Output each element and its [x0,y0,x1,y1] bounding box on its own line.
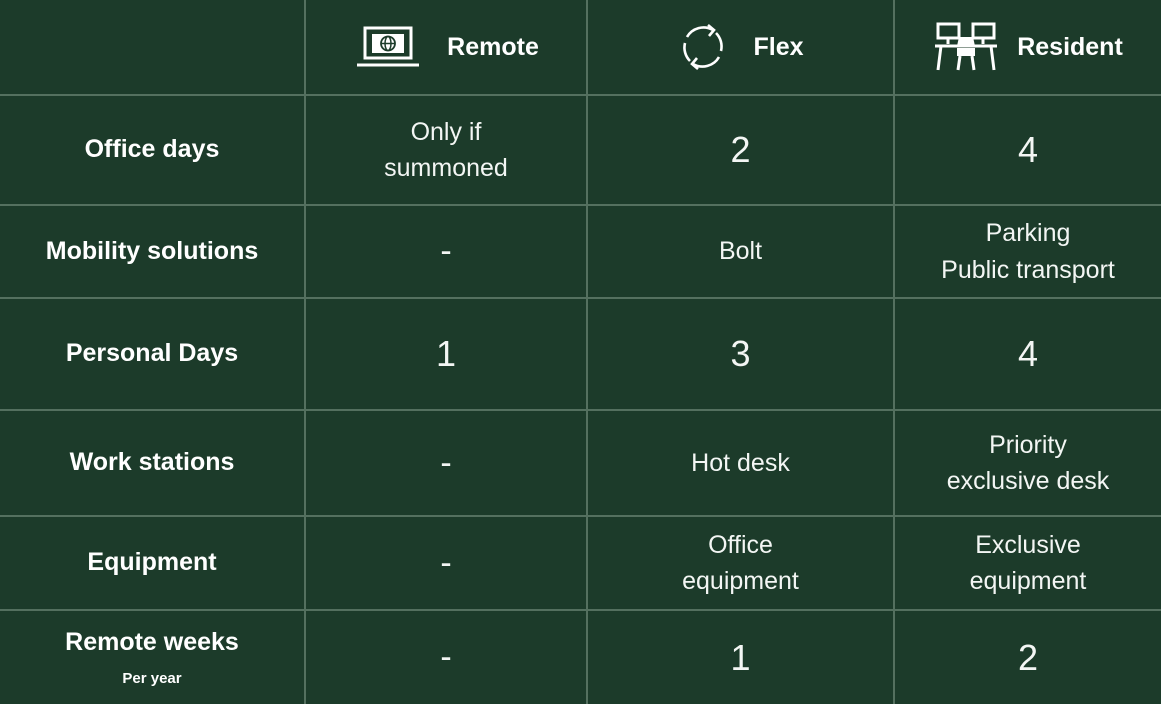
remote-weeks-remote: - [306,611,588,704]
row-label-mobility-solutions: Mobility solutions [0,206,306,299]
header-flex: Flex [588,0,895,96]
personal-days-flex: 3 [588,299,895,411]
work-stations-resident: Priority exclusive desk [895,411,1161,517]
header-remote: Remote [306,0,588,96]
office-days-flex: 2 [588,96,895,206]
equipment-flex: Office equipment [588,517,895,611]
header-resident-label: Resident [1017,32,1123,61]
remote-weeks-resident: 2 [1017,636,1039,678]
mobility-resident: Parking Public transport [895,206,1161,299]
remote-weeks-flex: 1 [588,611,895,704]
personal-days-remote: 1 [306,299,588,411]
equipment-resident: Exclusive equipment [895,517,1161,611]
mobility-remote: - [306,206,588,299]
mobility-flex: Bolt [588,206,895,299]
remote-weeks-sublabel: Per year [122,669,182,687]
header-flex-label: Flex [753,32,804,61]
equipment-remote: - [306,517,588,611]
personal-days-resident: 4 [895,299,1161,411]
office-desk-chair-icon [933,21,999,73]
row-label-personal-days: Personal Days [0,299,306,411]
row-label-office-days: Office days [0,96,306,206]
work-stations-remote: - [306,411,588,517]
header-resident: Resident [895,0,1161,96]
row-label-remote-weeks: Remote weeks Per year [0,611,306,704]
row-label-equipment: Equipment [0,517,306,611]
work-stations-flex: Hot desk [588,411,895,517]
remote-weeks-label: Remote weeks [65,627,239,656]
refresh-cycle-icon [677,21,729,73]
office-days-remote: Only if summoned [306,96,588,206]
comparison-table: Remote Flex Resident Office days Only if… [0,0,1161,704]
header-corner-cell [0,0,306,96]
office-days-resident: 4 [895,96,1161,206]
row-label-work-stations: Work stations [0,411,306,517]
header-remote-label: Remote [447,32,539,61]
laptop-globe-icon [353,25,423,69]
